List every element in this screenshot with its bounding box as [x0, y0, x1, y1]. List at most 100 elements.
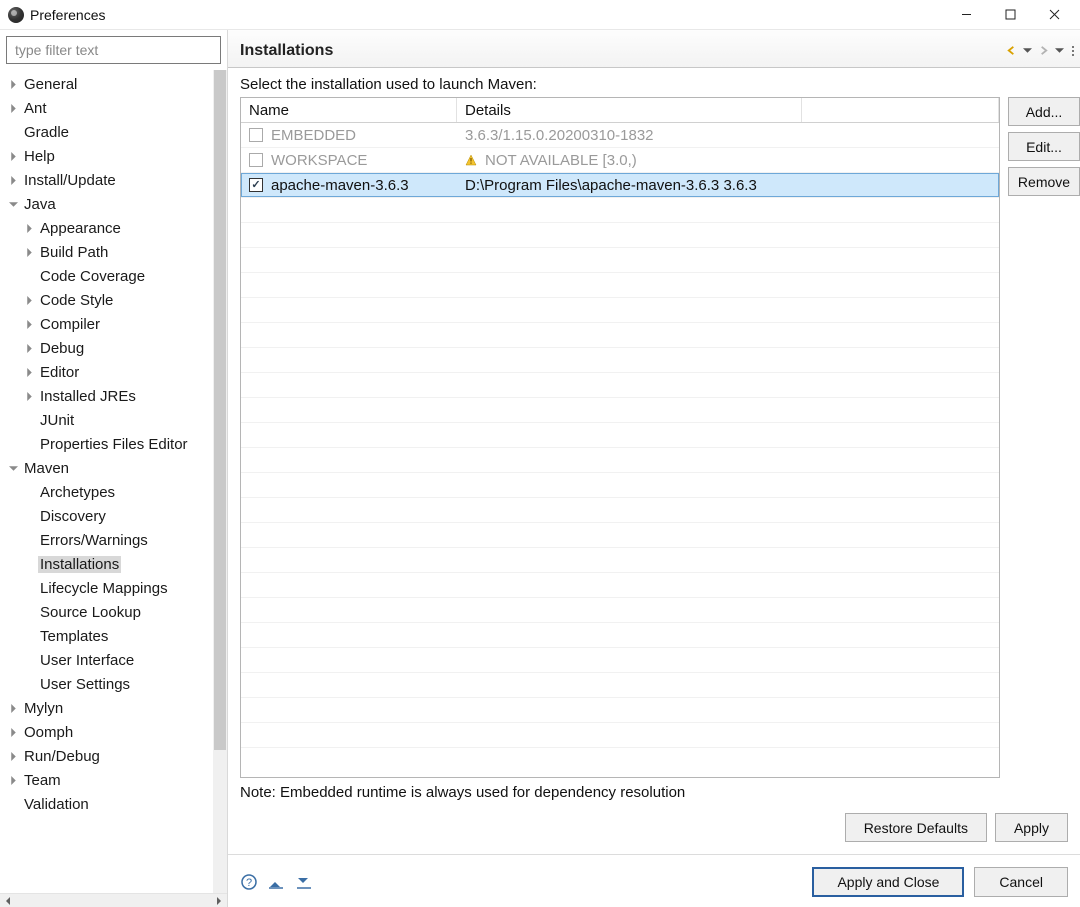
add-button[interactable]: Add...: [1008, 97, 1080, 126]
tree-item[interactable]: Validation: [0, 792, 213, 816]
tree-item[interactable]: Build Path: [0, 240, 213, 264]
tree-item[interactable]: Team: [0, 768, 213, 792]
tree-item[interactable]: Ant: [0, 96, 213, 120]
chevron-right-icon[interactable]: [22, 317, 36, 331]
tree-item-label: Code Style: [38, 292, 115, 309]
tree-item[interactable]: Help: [0, 144, 213, 168]
help-icon[interactable]: ?: [240, 873, 258, 891]
tree-item[interactable]: Java: [0, 192, 213, 216]
row-checkbox[interactable]: [249, 178, 263, 192]
export-prefs-icon[interactable]: [296, 873, 314, 891]
hscroll-left-icon[interactable]: [0, 894, 16, 907]
tree-item[interactable]: Oomph: [0, 720, 213, 744]
table-row-empty: [241, 423, 999, 448]
tree-item[interactable]: General: [0, 72, 213, 96]
chevron-down-icon[interactable]: [6, 197, 20, 211]
row-checkbox[interactable]: [249, 128, 263, 142]
table-row-empty: [241, 373, 999, 398]
chevron-right-icon[interactable]: [6, 773, 20, 787]
chevron-right-icon[interactable]: [6, 101, 20, 115]
remove-button[interactable]: Remove: [1008, 167, 1080, 196]
nav-back-menu-icon[interactable]: [1020, 44, 1034, 58]
nav-forward-menu-icon[interactable]: [1052, 44, 1066, 58]
tree-scroll-thumb[interactable]: [214, 70, 226, 750]
chevron-right-icon[interactable]: [6, 77, 20, 91]
tree-item[interactable]: User Settings: [0, 672, 213, 696]
chevron-right-icon[interactable]: [22, 365, 36, 379]
row-checkbox[interactable]: [249, 153, 263, 167]
tree-item[interactable]: Compiler: [0, 312, 213, 336]
table-row[interactable]: EMBEDDED3.6.3/1.15.0.20200310-1832: [241, 123, 999, 148]
import-prefs-icon[interactable]: [268, 873, 286, 891]
hscroll-right-icon[interactable]: [211, 894, 227, 907]
tree-item[interactable]: JUnit: [0, 408, 213, 432]
chevron-right-icon[interactable]: [6, 149, 20, 163]
nav-forward-icon[interactable]: [1036, 44, 1050, 58]
tree-item-label: Help: [22, 148, 57, 165]
tree-item[interactable]: Appearance: [0, 216, 213, 240]
row-details: NOT AVAILABLE [3.0,): [485, 152, 637, 169]
tree-item-label: Gradle: [22, 124, 71, 141]
chevron-right-icon[interactable]: [22, 389, 36, 403]
tree-item[interactable]: User Interface: [0, 648, 213, 672]
filter-field[interactable]: [6, 36, 221, 64]
tree-item[interactable]: Discovery: [0, 504, 213, 528]
tree-hscroll[interactable]: [0, 893, 227, 907]
view-menu-icon[interactable]: [1068, 46, 1074, 56]
tree-item[interactable]: Code Style: [0, 288, 213, 312]
close-button[interactable]: [1032, 1, 1076, 29]
chevron-right-icon[interactable]: [22, 293, 36, 307]
table-row-empty: [241, 448, 999, 473]
tree-item-label: Run/Debug: [22, 748, 102, 765]
preference-tree[interactable]: GeneralAnt Gradle Help Install/Update Java Ap…: [0, 70, 213, 893]
chevron-right-icon[interactable]: [22, 341, 36, 355]
table-row[interactable]: WORKSPACENOT AVAILABLE [3.0,): [241, 148, 999, 173]
installations-table[interactable]: Name Details EMBEDDED3.6.3/1.15.0.202003…: [240, 97, 1000, 778]
tree-item[interactable]: Properties Files Editor: [0, 432, 213, 456]
restore-defaults-button[interactable]: Restore Defaults: [845, 813, 987, 842]
tree-item[interactable]: Archetypes: [0, 480, 213, 504]
cancel-button[interactable]: Cancel: [974, 867, 1068, 897]
tree-item[interactable]: Installations: [0, 552, 213, 576]
tree-item[interactable]: Errors/Warnings: [0, 528, 213, 552]
chevron-right-icon[interactable]: [6, 749, 20, 763]
table-row-empty: [241, 198, 999, 223]
table-row[interactable]: apache-maven-3.6.3D:\Program Files\apach…: [241, 173, 999, 198]
tree-item[interactable]: Templates: [0, 624, 213, 648]
tree-item[interactable]: Editor: [0, 360, 213, 384]
tree-item[interactable]: Installed JREs: [0, 384, 213, 408]
chevron-down-icon[interactable]: [6, 461, 20, 475]
row-details: D:\Program Files\apache-maven-3.6.3 3.6.…: [465, 177, 757, 194]
apply-and-close-button[interactable]: Apply and Close: [812, 867, 964, 897]
table-row-empty: [241, 723, 999, 748]
tree-item[interactable]: Install/Update: [0, 168, 213, 192]
chevron-right-icon[interactable]: [6, 725, 20, 739]
nav-back-icon[interactable]: [1004, 44, 1018, 58]
chevron-right-icon[interactable]: [22, 245, 36, 259]
row-details: 3.6.3/1.15.0.20200310-1832: [465, 127, 654, 144]
chevron-right-icon[interactable]: [6, 701, 20, 715]
table-row-empty: [241, 248, 999, 273]
filter-input[interactable]: [13, 41, 214, 59]
tree-item[interactable]: Maven: [0, 456, 213, 480]
tree-item-label: Editor: [38, 364, 81, 381]
table-row-empty: [241, 473, 999, 498]
tree-item[interactable]: Source Lookup: [0, 600, 213, 624]
apply-button[interactable]: Apply: [995, 813, 1068, 842]
tree-item[interactable]: Gradle: [0, 120, 213, 144]
chevron-right-icon[interactable]: [22, 221, 36, 235]
tree-item[interactable]: Run/Debug: [0, 744, 213, 768]
col-name[interactable]: Name: [241, 98, 457, 122]
tree-scrollbar[interactable]: [213, 70, 227, 893]
tree-item[interactable]: Debug: [0, 336, 213, 360]
edit-button[interactable]: Edit...: [1008, 132, 1080, 161]
tree-item[interactable]: Lifecycle Mappings: [0, 576, 213, 600]
maximize-button[interactable]: [988, 1, 1032, 29]
col-details[interactable]: Details: [457, 98, 802, 122]
tree-item-label: Validation: [22, 796, 91, 813]
minimize-button[interactable]: [944, 1, 988, 29]
tree-item[interactable]: Code Coverage: [0, 264, 213, 288]
tree-item-label: Java: [22, 196, 58, 213]
tree-item[interactable]: Mylyn: [0, 696, 213, 720]
chevron-right-icon[interactable]: [6, 173, 20, 187]
